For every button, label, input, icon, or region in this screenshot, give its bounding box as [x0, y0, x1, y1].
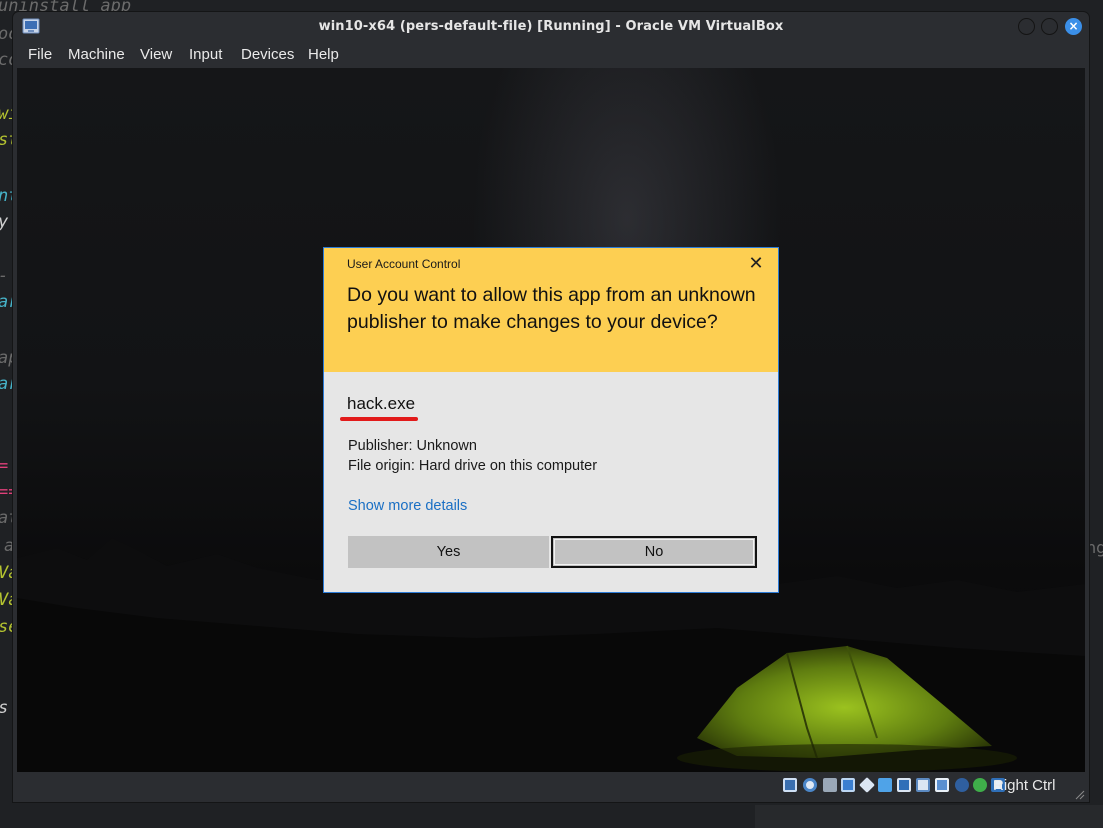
- guest-additions-icon[interactable]: [955, 778, 969, 792]
- maximize-icon[interactable]: [1041, 18, 1058, 35]
- network-icon[interactable]: [841, 778, 855, 792]
- optical-drive-icon[interactable]: [803, 778, 817, 792]
- red-underline-annotation: [340, 417, 418, 421]
- no-button[interactable]: No: [551, 536, 757, 568]
- editor-fragment: -: [0, 266, 8, 286]
- window-title: win10-x64 (pers-default-file) [Running] …: [318, 19, 784, 34]
- editor-fragment: =: [0, 456, 8, 476]
- close-icon[interactable]: ×: [1065, 18, 1082, 35]
- editor-fragment: y: [0, 212, 8, 232]
- menu-help[interactable]: Help: [308, 46, 339, 63]
- resize-grip-icon[interactable]: [1073, 788, 1085, 800]
- publisher-text: Publisher: Unknown: [348, 438, 477, 454]
- menu-bar: File Machine View Input Devices Help: [13, 42, 1089, 68]
- uac-header: User Account Control ✕ Do you want to al…: [324, 248, 778, 372]
- uac-caption: User Account Control: [347, 257, 461, 271]
- host-key-label: Right Ctrl: [993, 777, 1056, 794]
- show-more-details-link[interactable]: Show more details: [348, 498, 467, 514]
- minimize-icon[interactable]: [1018, 18, 1035, 35]
- usb-icon[interactable]: [859, 777, 875, 793]
- audio-icon[interactable]: [823, 778, 837, 792]
- background-panel: [755, 805, 1103, 828]
- video-capture-icon[interactable]: [916, 778, 930, 792]
- uac-question: Do you want to allow this app from an un…: [347, 284, 756, 333]
- hard-disk-icon[interactable]: [783, 778, 797, 792]
- menu-input[interactable]: Input: [189, 46, 222, 63]
- title-bar[interactable]: win10-x64 (pers-default-file) [Running] …: [13, 12, 1089, 42]
- menu-machine[interactable]: Machine: [68, 46, 125, 63]
- file-origin-text: File origin: Hard drive on this computer: [348, 458, 598, 474]
- menu-devices[interactable]: Devices: [241, 46, 294, 63]
- app-name: hack.exe: [347, 394, 416, 413]
- uac-dialog: User Account Control ✕ Do you want to al…: [323, 247, 779, 593]
- menu-file[interactable]: File: [28, 46, 52, 63]
- editor-fragment: s: [0, 698, 8, 718]
- vt-x-icon[interactable]: [935, 778, 949, 792]
- shared-folders-icon[interactable]: [878, 778, 892, 792]
- yes-button[interactable]: Yes: [348, 536, 549, 568]
- menu-view[interactable]: View: [140, 46, 172, 63]
- virtualbox-window: win10-x64 (pers-default-file) [Running] …: [13, 12, 1089, 802]
- status-bar: Right Ctrl: [13, 772, 1089, 802]
- display-icon[interactable]: [897, 778, 911, 792]
- mouse-integration-icon[interactable]: [973, 778, 987, 792]
- close-icon[interactable]: ✕: [744, 252, 768, 276]
- guest-screen[interactable]: User Account Control ✕ Do you want to al…: [17, 68, 1085, 772]
